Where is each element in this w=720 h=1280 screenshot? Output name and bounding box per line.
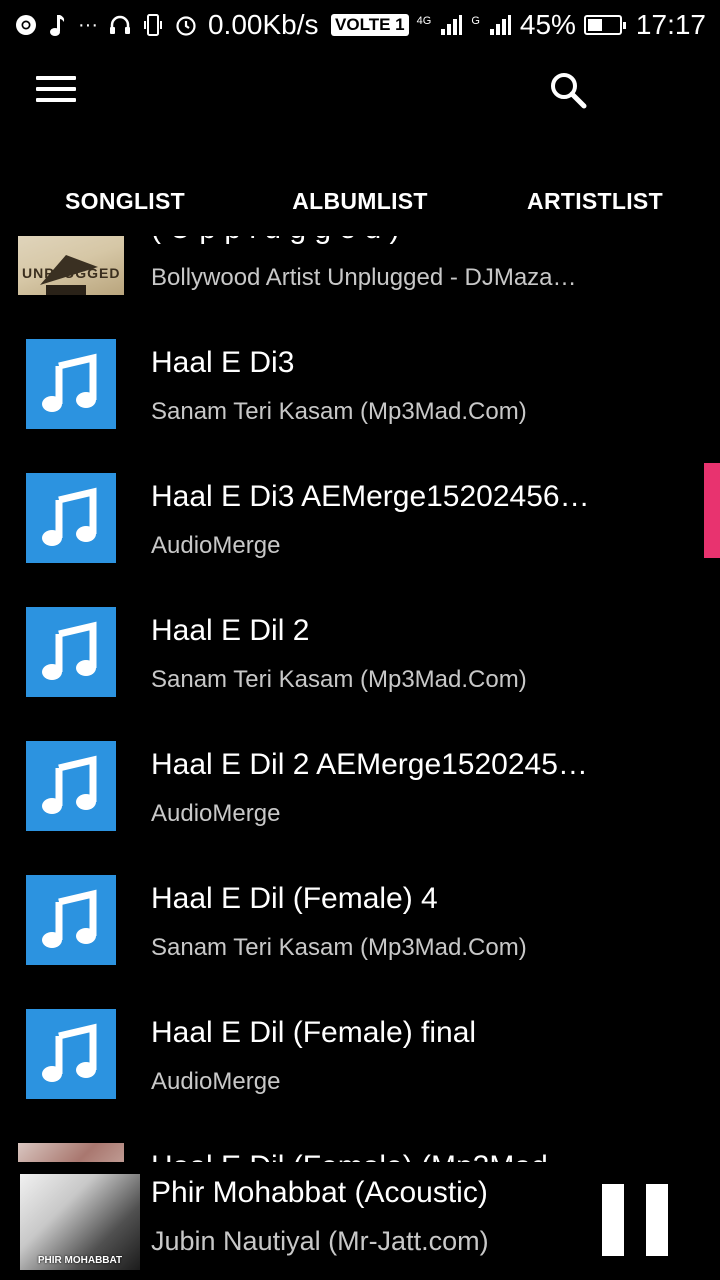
song-title: Haal E Dil (Female) final xyxy=(151,1016,477,1049)
song-title: Haal E Dil (Female) 4 xyxy=(151,882,438,915)
music-note-icon xyxy=(26,473,116,563)
now-playing-album-art: PHIR MOHABBAT xyxy=(20,1174,140,1270)
song-subtitle: AudioMerge xyxy=(151,532,281,559)
now-playing-artist: Jubin Nautiyal (Mr-Jatt.com) xyxy=(151,1226,489,1256)
tab-bar: SONGLIST ALBUMLIST ARTISTLIST xyxy=(0,175,720,227)
song-title: Haal E Di3 AEMerge15202456… xyxy=(151,480,590,513)
music-note-icon xyxy=(26,1009,116,1099)
pause-button[interactable] xyxy=(602,1184,668,1256)
list-item[interactable]: UNPLUGGED ( U p p l u g g e d ) Bollywoo… xyxy=(0,236,720,306)
list-item[interactable]: Haal E Dil 2 Sanam Teri Kasam (Mp3Mad.Co… xyxy=(0,574,720,708)
song-list[interactable]: UNPLUGGED ( U p p l u g g e d ) Bollywoo… xyxy=(0,236,720,1162)
list-item[interactable]: Haal E Dil (Female) 4 Sanam Teri Kasam (… xyxy=(0,842,720,976)
album-art: UNPLUGGED xyxy=(18,236,124,295)
signal-strength-icon-2 xyxy=(488,13,512,37)
app-bar xyxy=(0,50,720,130)
song-title: Haal E Di3 xyxy=(151,346,295,379)
volte-badge: VOLTE 1 xyxy=(331,14,409,36)
tab-artistlist[interactable]: ARTISTLIST xyxy=(505,175,685,227)
hamburger-icon-line xyxy=(36,76,76,80)
battery-icon xyxy=(583,15,626,35)
network-type-2: G xyxy=(471,15,480,27)
song-subtitle: Sanam Teri Kasam (Mp3Mad.Com) xyxy=(151,398,527,425)
song-title: Haal E Dil 2 AEMerge1520245… xyxy=(151,748,588,781)
song-subtitle: AudioMerge xyxy=(151,800,281,827)
clock: 17:17 xyxy=(635,9,706,40)
now-playing-title: Phir Mohabbat (Acoustic) xyxy=(151,1176,488,1209)
song-subtitle: Sanam Teri Kasam (Mp3Mad.Com) xyxy=(151,666,527,693)
music-note-icon xyxy=(26,875,116,965)
search-button[interactable] xyxy=(546,68,590,112)
pause-icon-bar xyxy=(602,1184,624,1256)
list-item[interactable]: Haal E Dil (Female) (Mp3Mad… xyxy=(0,1110,720,1162)
status-left: ··· 0.00Kb/s xyxy=(14,9,319,41)
network-type-1: 4G xyxy=(416,15,432,27)
more-notifications-icon: ··· xyxy=(78,13,98,36)
hamburger-icon-line xyxy=(36,98,76,102)
list-item[interactable]: Haal E Dil 2 AEMerge1520245… AudioMerge xyxy=(0,708,720,842)
status-bar: ··· 0.00Kb/s VOLTE 1 4G G 45% 17:17 xyxy=(0,0,720,50)
now-playing-bar[interactable]: PHIR MOHABBAT Phir Mohabbat (Acoustic) J… xyxy=(0,1162,720,1280)
scrollbar-thumb[interactable] xyxy=(704,463,720,558)
gramophone-icon xyxy=(40,255,98,295)
music-player-screen: ··· 0.00Kb/s VOLTE 1 4G G 45% 17:17 SONG… xyxy=(0,0,720,1280)
signal-strength-icon xyxy=(439,13,463,37)
battery-percent: 45% xyxy=(519,9,576,40)
pause-icon-bar xyxy=(646,1184,668,1256)
status-right: VOLTE 1 4G G 45% 17:17 xyxy=(331,9,706,41)
album-art xyxy=(18,1143,124,1162)
list-item[interactable]: Haal E Dil (Female) final AudioMerge xyxy=(0,976,720,1110)
song-title: ( U p p l u g g e d ) xyxy=(151,236,611,246)
hamburger-icon-line xyxy=(36,87,76,91)
music-note-icon xyxy=(26,607,116,697)
list-item[interactable]: Haal E Di3 AEMerge15202456… AudioMerge xyxy=(0,440,720,574)
list-item[interactable]: Haal E Di3 Sanam Teri Kasam (Mp3Mad.Com) xyxy=(0,306,720,440)
search-icon xyxy=(551,73,587,109)
menu-button[interactable] xyxy=(36,76,76,102)
tab-albumlist[interactable]: ALBUMLIST xyxy=(270,175,450,227)
headphones-icon xyxy=(108,13,132,37)
song-title: Haal E Dil (Female) (Mp3Mad… xyxy=(151,1150,611,1162)
music-note-icon xyxy=(26,339,116,429)
album-art-caption: PHIR MOHABBAT xyxy=(37,1255,123,1266)
song-title: Haal E Dil 2 xyxy=(151,614,310,647)
vibrate-icon xyxy=(142,13,164,37)
tab-songlist[interactable]: SONGLIST xyxy=(40,175,210,227)
music-notification-icon xyxy=(48,12,68,38)
song-subtitle: Sanam Teri Kasam (Mp3Mad.Com) xyxy=(151,934,527,961)
alarm-icon xyxy=(174,13,198,37)
network-speed: 0.00Kb/s xyxy=(207,9,319,40)
song-subtitle: AudioMerge xyxy=(151,1068,281,1095)
song-subtitle: Bollywood Artist Unplugged - DJMaza… xyxy=(151,264,577,291)
music-note-icon xyxy=(26,741,116,831)
chrome-icon xyxy=(14,13,38,37)
